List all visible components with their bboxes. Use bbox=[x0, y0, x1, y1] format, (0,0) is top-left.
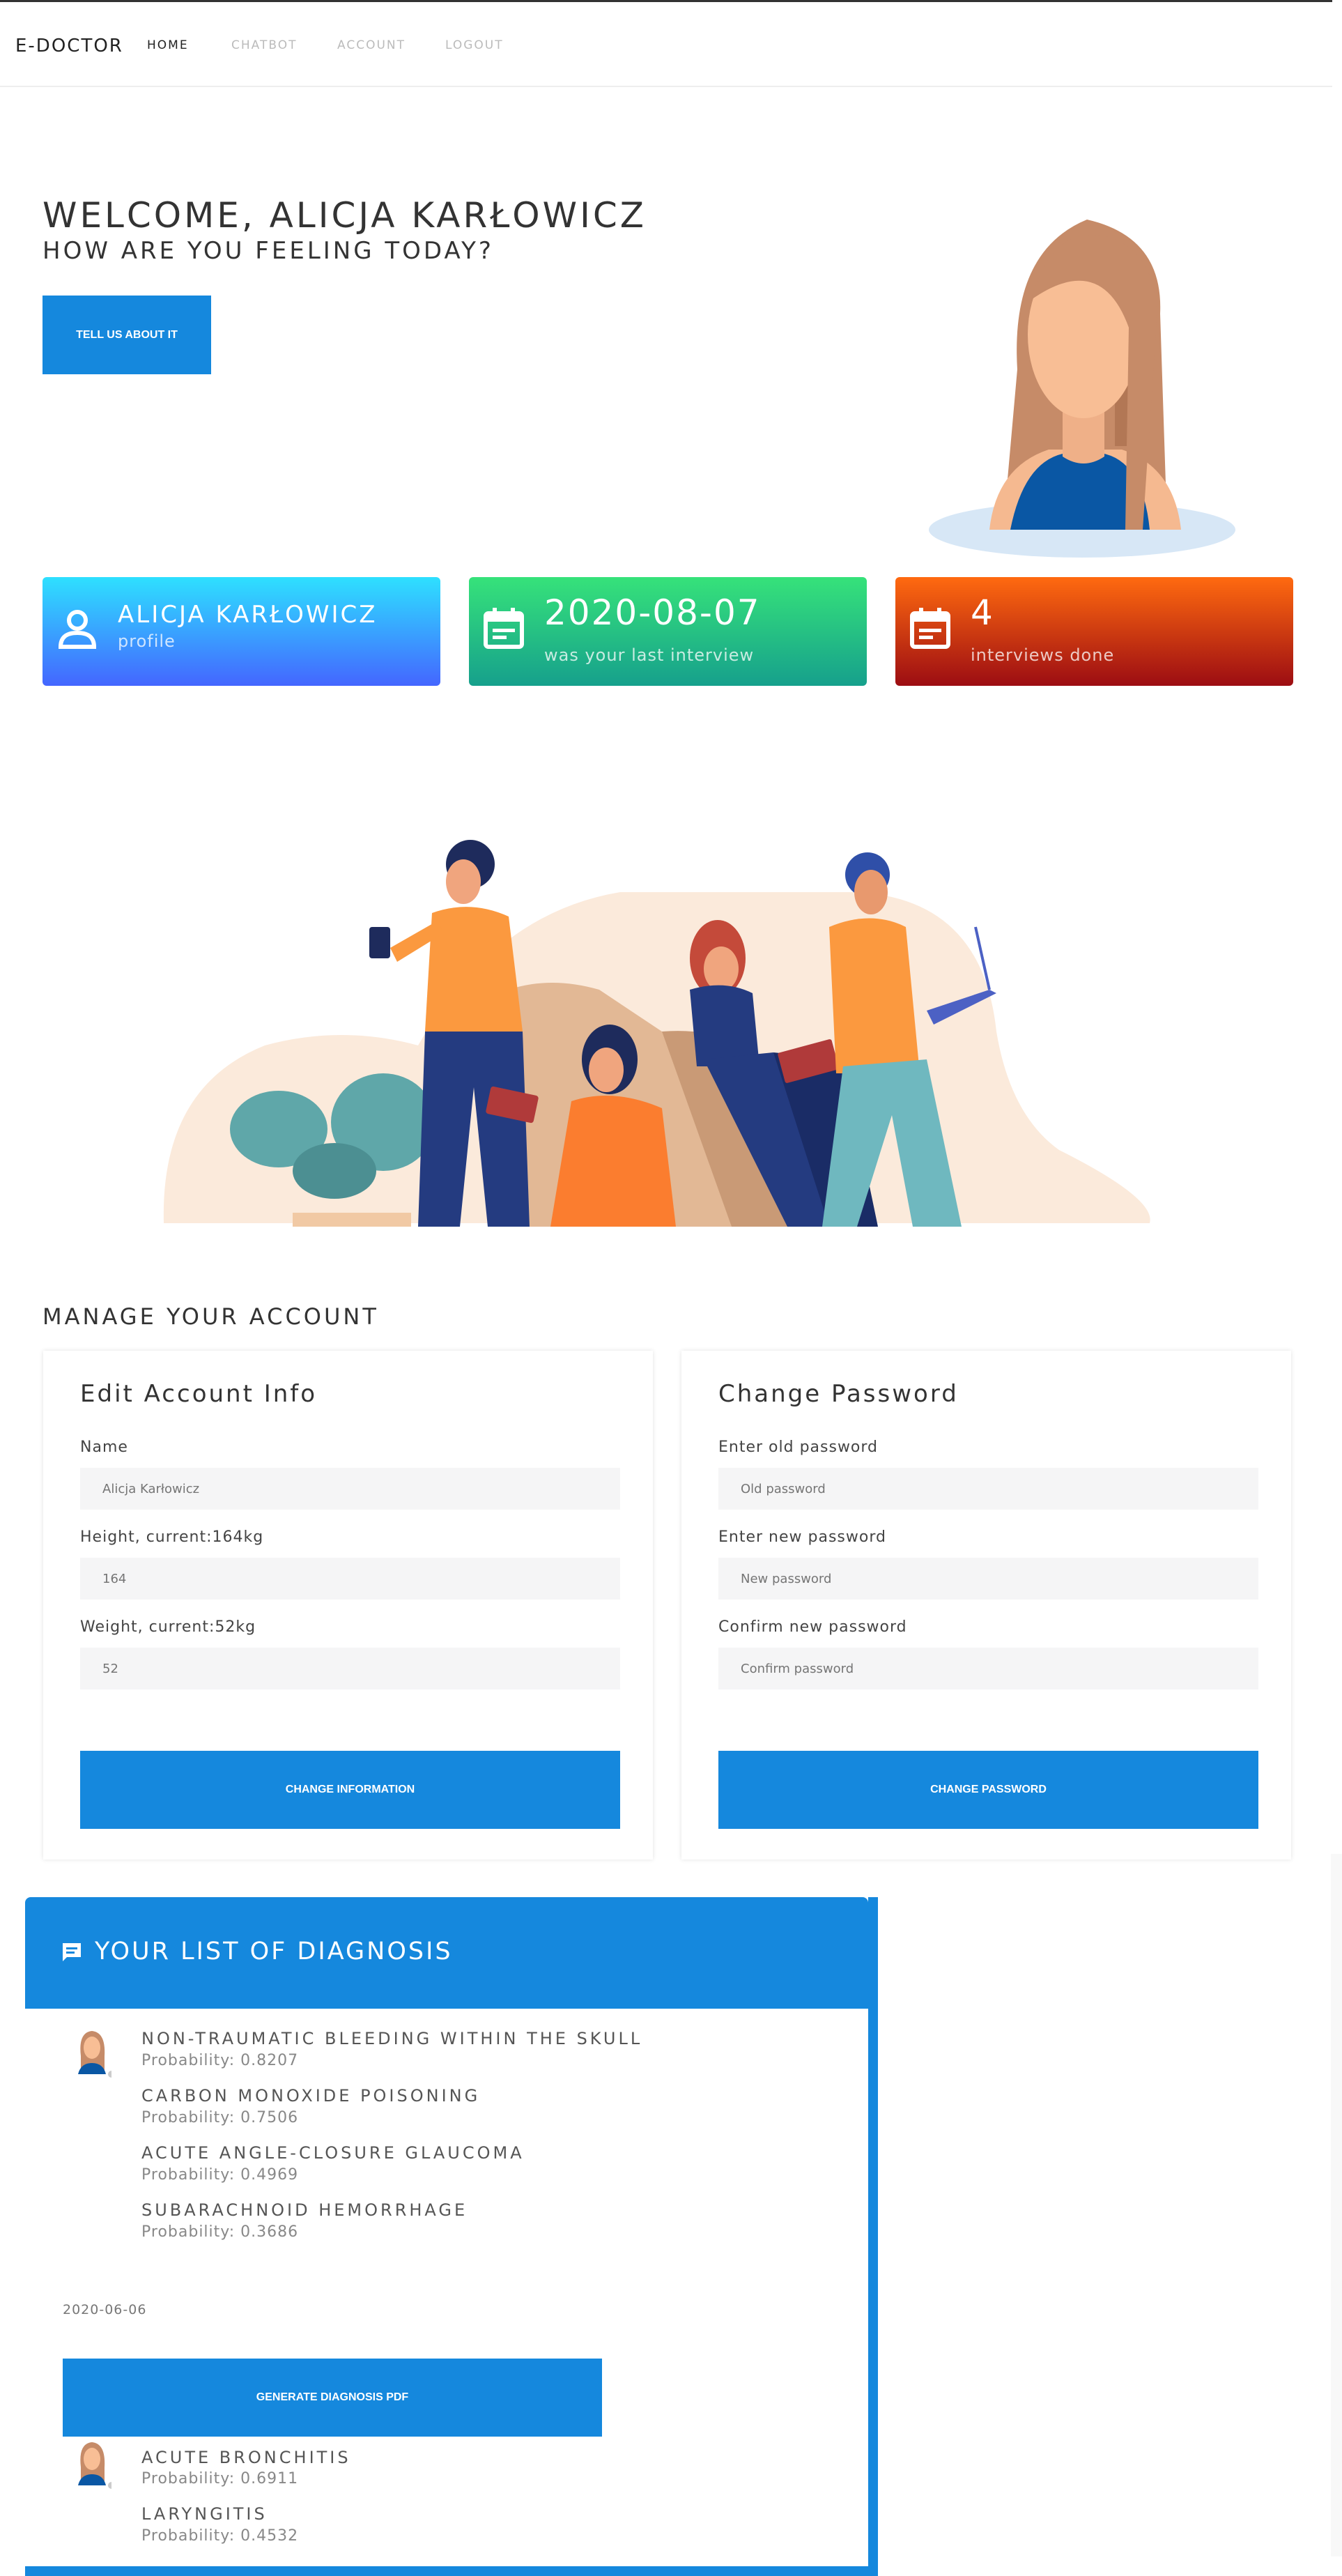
user-avatar-illustration bbox=[929, 220, 1235, 558]
chat-icon bbox=[63, 1943, 81, 1961]
edit-account-title: Edit Account Info bbox=[80, 1380, 318, 1408]
name-input[interactable] bbox=[80, 1468, 620, 1510]
diagnosis-probability: Probability: 0.7506 bbox=[141, 2109, 299, 2126]
brand-logo[interactable]: E-DOCTOR bbox=[15, 36, 123, 56]
diagnosis-probability: Probability: 0.6911 bbox=[141, 2470, 299, 2487]
new-password-input[interactable] bbox=[718, 1558, 1258, 1600]
weight-input[interactable] bbox=[80, 1648, 620, 1689]
scroll-edge bbox=[1331, 1854, 1342, 2556]
feeling-subheading: HOW ARE YOU FEELING TODAY? bbox=[43, 237, 494, 265]
interviews-done-card: 4 interviews done bbox=[895, 577, 1293, 686]
diagnosis-list-header: YOUR LIST OF DIAGNOSIS bbox=[25, 1897, 868, 2009]
interviews-label: interviews done bbox=[971, 645, 1115, 665]
profile-label: profile bbox=[118, 631, 176, 651]
weight-label: Weight, current:52kg bbox=[80, 1618, 256, 1636]
change-password-panel: Change Password Enter old password Enter… bbox=[681, 1351, 1291, 1860]
diagnosis-name: ACUTE BRONCHITIS bbox=[141, 2448, 351, 2467]
height-label: Height, current:164kg bbox=[80, 1528, 264, 1546]
nav-link-logout[interactable]: LOGOUT bbox=[445, 38, 504, 52]
change-password-title: Change Password bbox=[718, 1380, 959, 1408]
interviews-count: 4 bbox=[971, 592, 994, 633]
people-illustration bbox=[163, 840, 1150, 1227]
new-password-label: Enter new password bbox=[718, 1528, 886, 1546]
confirm-password-input[interactable] bbox=[718, 1648, 1258, 1689]
diagnosis-name: NON-TRAUMATIC BLEEDING WITHIN THE SKULL bbox=[141, 2029, 643, 2048]
nav-link-chatbot[interactable]: CHATBOT bbox=[231, 38, 297, 52]
old-password-input[interactable] bbox=[718, 1468, 1258, 1510]
diagnosis-name: ACUTE ANGLE-CLOSURE GLAUCOMA bbox=[141, 2143, 525, 2163]
diagnosis-probability: Probability: 0.4532 bbox=[141, 2527, 299, 2545]
change-password-button[interactable]: CHANGE PASSWORD bbox=[718, 1751, 1258, 1829]
diagnosis-name: CARBON MONOXIDE POISONING bbox=[141, 2086, 481, 2106]
tell-us-button[interactable]: TELL US ABOUT IT bbox=[43, 296, 211, 374]
last-interview-date: 2020-08-07 bbox=[544, 592, 761, 633]
name-label: Name bbox=[80, 1439, 128, 1456]
last-interview-label: was your last interview bbox=[544, 645, 755, 665]
calendar-icon bbox=[484, 608, 524, 649]
diagnosis-probability: Probability: 0.8207 bbox=[141, 2052, 299, 2069]
nav-link-home[interactable]: HOME bbox=[147, 38, 189, 52]
height-input[interactable] bbox=[80, 1558, 620, 1600]
diagnosis-probability: Probability: 0.3686 bbox=[141, 2223, 299, 2241]
profile-card[interactable]: ALICJA KARŁOWICZ profile bbox=[43, 577, 440, 686]
profile-name: ALICJA KARŁOWICZ bbox=[118, 601, 378, 629]
avatar bbox=[78, 2031, 111, 2078]
confirm-password-label: Confirm new password bbox=[718, 1618, 907, 1636]
generate-pdf-button[interactable]: GENERATE DIAGNOSIS PDF bbox=[63, 2359, 602, 2437]
top-navbar: E-DOCTOR HOME CHATBOT ACCOUNT LOGOUT bbox=[0, 0, 1332, 87]
diagnosis-date: 2020-06-06 bbox=[63, 2302, 147, 2317]
diagnosis-probability: Probability: 0.4969 bbox=[141, 2166, 299, 2184]
nav-link-account[interactable]: ACCOUNT bbox=[337, 38, 406, 52]
change-information-button[interactable]: CHANGE INFORMATION bbox=[80, 1751, 620, 1829]
avatar bbox=[78, 2442, 111, 2489]
manage-account-heading: MANAGE YOUR ACCOUNT bbox=[43, 1303, 379, 1330]
diagnosis-name: LARYNGITIS bbox=[141, 2504, 268, 2524]
welcome-heading: WELCOME, ALICJA KARŁOWICZ bbox=[43, 195, 647, 236]
user-icon bbox=[58, 610, 97, 649]
edit-account-panel: Edit Account Info Name Height, current:1… bbox=[43, 1351, 653, 1860]
old-password-label: Enter old password bbox=[718, 1439, 879, 1456]
last-interview-card: 2020-08-07 was your last interview bbox=[469, 577, 867, 686]
diagnosis-name: SUBARACHNOID HEMORRHAGE bbox=[141, 2200, 468, 2220]
calendar-icon bbox=[910, 608, 950, 649]
diagnosis-list-title: YOUR LIST OF DIAGNOSIS bbox=[95, 1938, 453, 1965]
